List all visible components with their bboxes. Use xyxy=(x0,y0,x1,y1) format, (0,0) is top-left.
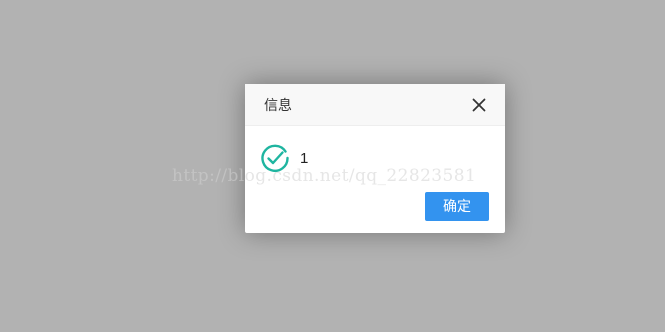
close-button[interactable] xyxy=(471,97,487,113)
dialog-title: 信息 xyxy=(264,97,292,113)
info-dialog: 信息 1 确定 xyxy=(245,84,505,233)
confirm-button[interactable]: 确定 xyxy=(425,192,489,221)
dialog-header: 信息 xyxy=(245,84,505,126)
dialog-message: 1 xyxy=(300,150,309,167)
check-circle-icon xyxy=(260,143,290,173)
close-icon xyxy=(472,98,486,112)
